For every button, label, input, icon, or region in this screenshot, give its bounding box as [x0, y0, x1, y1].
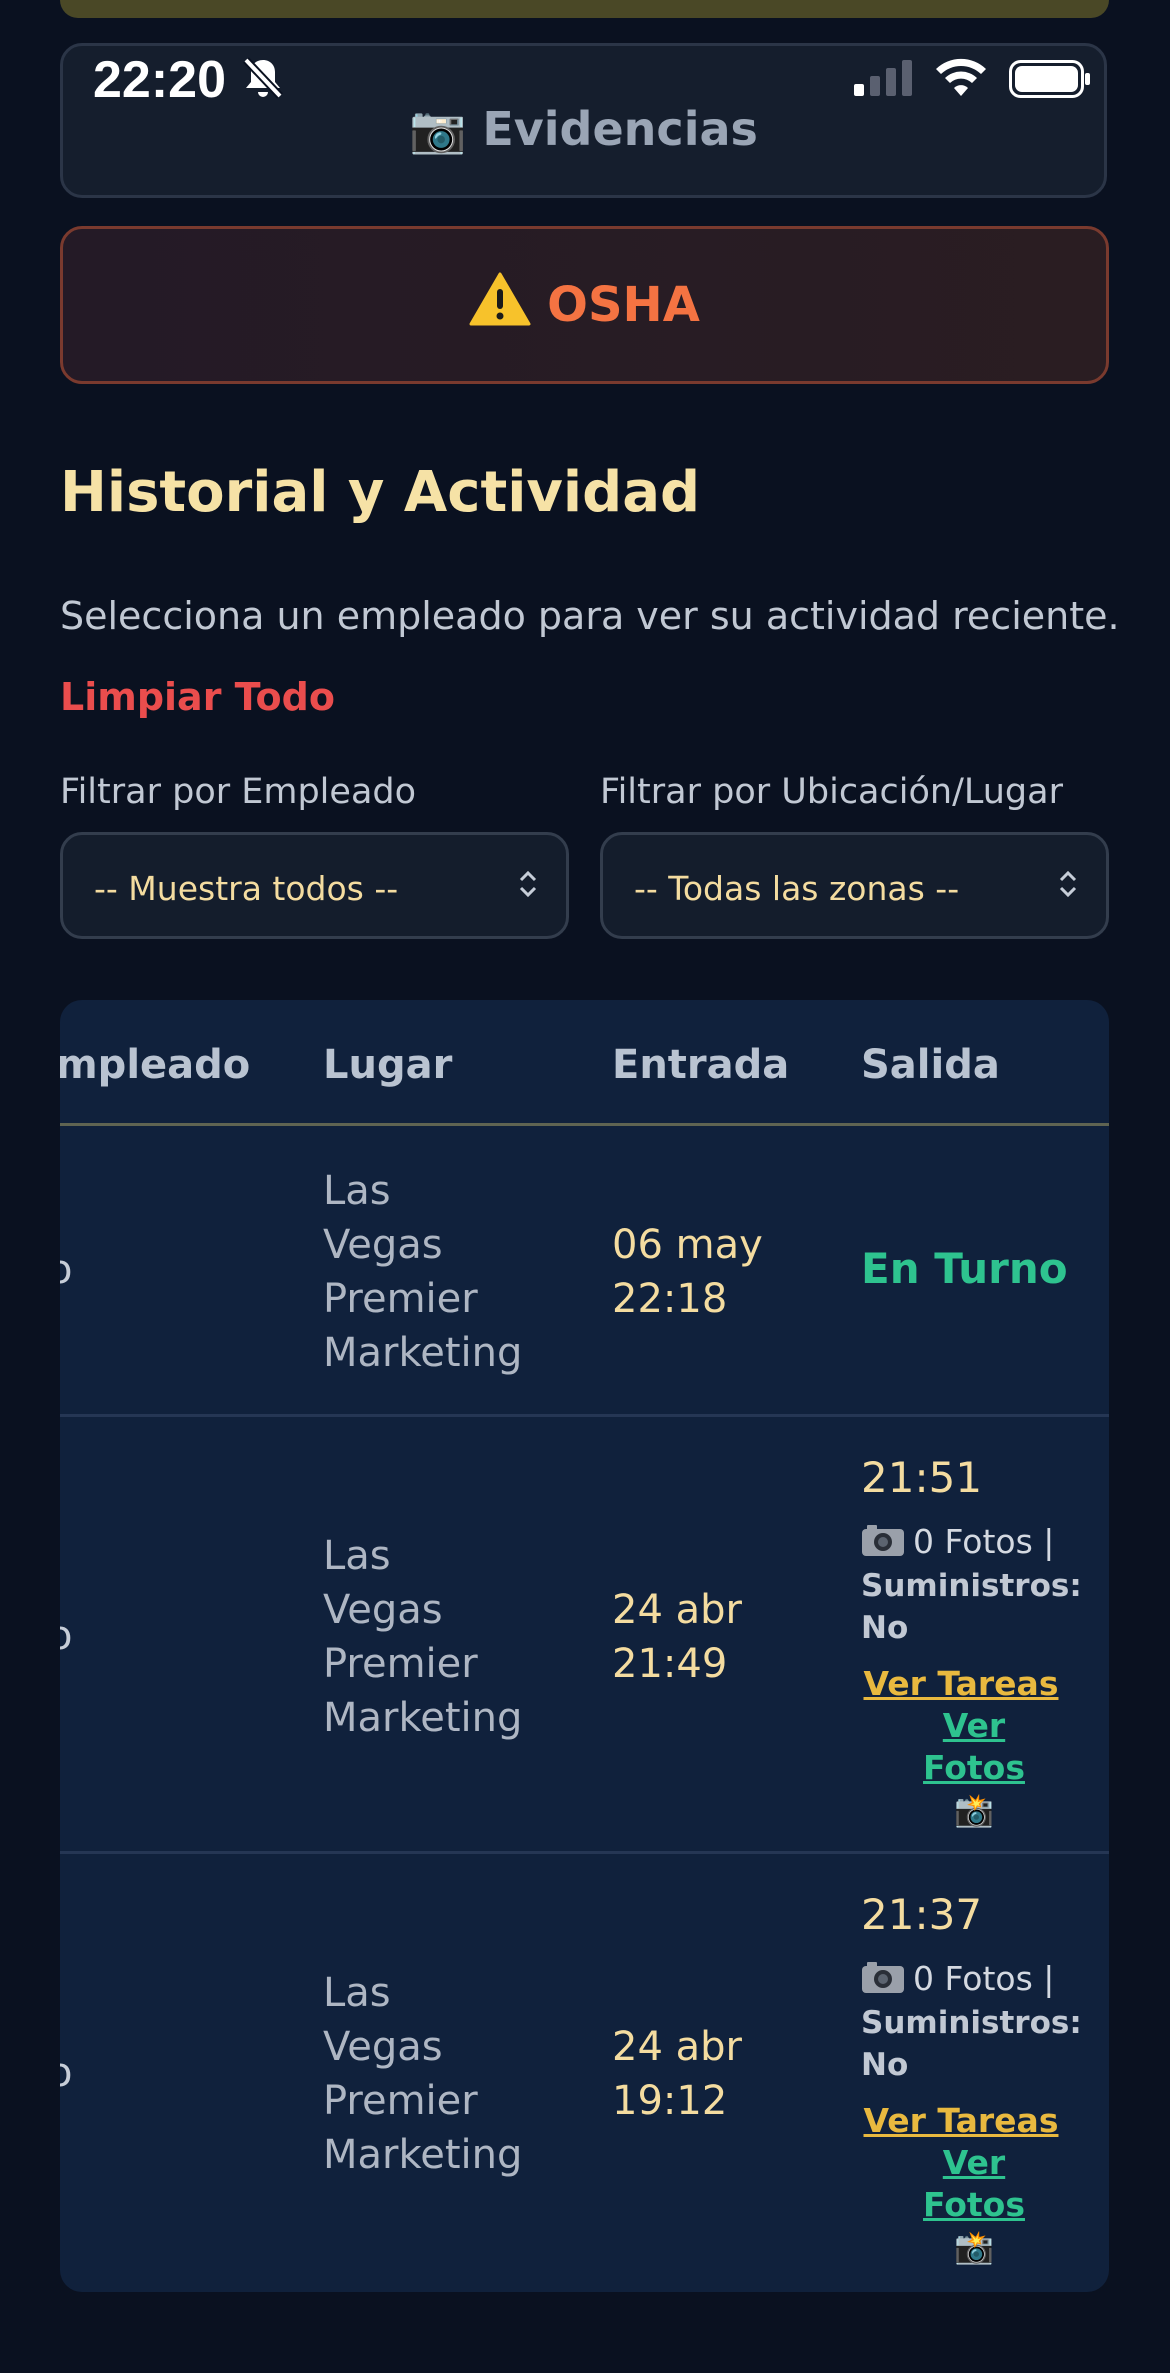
camera-icon [861, 1523, 905, 1565]
location-filter-label: Filtrar por Ubicación/Lugar [600, 772, 1063, 812]
camera-flash-icon[interactable]: 📸 [887, 2226, 1061, 2268]
cell-salida: 21:37 0 Fotos | Suministros: No Ver Tare… [861, 1890, 1091, 2268]
battery-icon [1009, 60, 1090, 98]
cell-entrada: 06 may 22:18 [612, 1222, 763, 1322]
photos-count: 0 Fotos | [861, 1522, 1091, 1565]
activity-table[interactable]: mpleado Lugar Entrada Salida o Las Vegas … [60, 1000, 1109, 2292]
employee-filter-select[interactable]: -- Muestra todos -- [60, 832, 569, 939]
exit-time: 21:51 [861, 1453, 983, 1502]
status-bar: 22:20 [0, 44, 1170, 114]
cell-salida: 21:51 0 Fotos | Suministros: No Ver Tare… [861, 1453, 1091, 1831]
cell-empleado: o [60, 1613, 73, 1659]
page-title: Historial y Actividad [60, 460, 701, 525]
exit-time: 21:37 [861, 1890, 983, 1939]
view-tasks-link[interactable]: Ver Tareas [864, 1664, 1059, 1703]
cell-empleado: o [60, 1247, 73, 1293]
header-entrada: Entrada [612, 1042, 790, 1088]
table-row[interactable]: o Las Vegas Premier Marketing 24 abr 21:49 … [60, 1417, 1109, 1854]
camera-icon [861, 1960, 905, 2002]
cell-lugar: Las Vegas Premier Marketing [323, 1533, 523, 1741]
warning-icon [469, 272, 531, 338]
table-row[interactable]: o Las Vegas Premier Marketing 24 abr 19:12 … [60, 1854, 1109, 2292]
osha-label: OSHA [547, 277, 700, 333]
table-header: mpleado Lugar Entrada Salida [60, 1000, 1109, 1126]
cell-entrada: 24 abr 19:12 [612, 2024, 742, 2124]
cell-signal-icon [854, 60, 912, 96]
clear-all-link[interactable]: Limpiar Todo [60, 675, 335, 719]
bell-off-icon [243, 57, 283, 99]
on-turn-status: En Turno [861, 1244, 1068, 1293]
employee-filter-value: -- Muestra todos -- [94, 869, 399, 908]
wifi-icon [936, 58, 986, 96]
location-filter-value: -- Todas las zonas -- [634, 869, 960, 908]
employee-filter-label: Filtrar por Empleado [60, 772, 417, 812]
top-partial-button[interactable] [60, 0, 1109, 18]
view-photos-link[interactable]: Ver Fotos [887, 2142, 1061, 2226]
supplies-value: No [861, 2046, 909, 2083]
cell-empleado: o [60, 2050, 73, 2096]
camera-flash-icon[interactable]: 📸 [887, 1789, 1061, 1831]
view-photos-link[interactable]: Ver Fotos [887, 1705, 1061, 1789]
header-salida: Salida [861, 1042, 1000, 1088]
chevron-updown-icon [1058, 869, 1078, 902]
table-row[interactable]: o Las Vegas Premier Marketing 06 may 22:18 … [60, 1126, 1109, 1417]
photos-count: 0 Fotos | [861, 1959, 1091, 2002]
osha-button[interactable]: OSHA [60, 226, 1109, 384]
cell-lugar: Las Vegas Premier Marketing [323, 1168, 523, 1376]
section-description: Selecciona un empleado para ver su activ… [60, 594, 1120, 638]
location-filter-select[interactable]: -- Todas las zonas -- [600, 832, 1109, 939]
cell-lugar: Las Vegas Premier Marketing [323, 1970, 523, 2178]
chevron-updown-icon [518, 869, 538, 902]
supplies-label: Suministros: [861, 1567, 1082, 1604]
view-tasks-link[interactable]: Ver Tareas [864, 2101, 1059, 2140]
clock: 22:20 [93, 51, 226, 109]
cell-entrada: 24 abr 21:49 [612, 1587, 742, 1687]
header-lugar: Lugar [323, 1042, 453, 1088]
supplies-value: No [861, 1609, 909, 1646]
header-empleado: mpleado [60, 1042, 251, 1088]
supplies-label: Suministros: [861, 2004, 1082, 2041]
